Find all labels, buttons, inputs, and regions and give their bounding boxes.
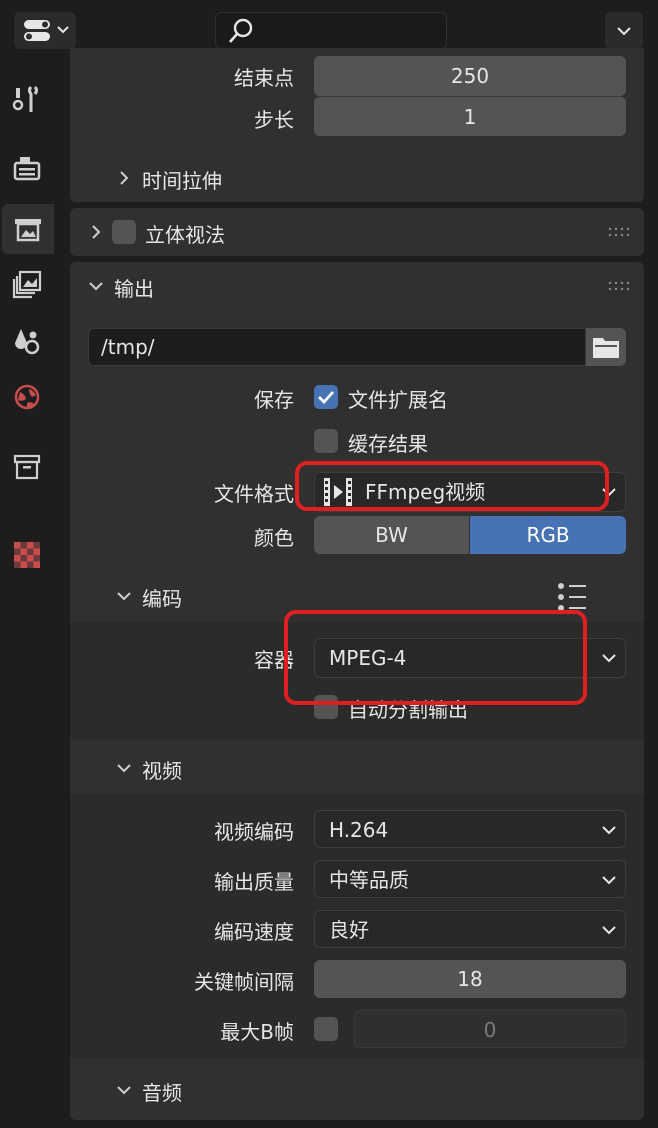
chevron-down-icon bbox=[602, 926, 616, 935]
tab-tool[interactable] bbox=[4, 74, 50, 124]
annotation-highlight bbox=[295, 461, 609, 511]
cache-result-label: 缓存结果 bbox=[348, 432, 428, 456]
checkmark-icon bbox=[318, 391, 335, 405]
chevron-down-icon bbox=[602, 654, 616, 663]
render-icon bbox=[13, 157, 41, 181]
video-codec-dropdown[interactable]: H.264 bbox=[314, 810, 626, 848]
save-label: 保存 bbox=[254, 388, 294, 412]
search-icon bbox=[229, 18, 253, 43]
keyframe-interval-field[interactable]: 18 bbox=[314, 960, 626, 998]
time-stretch-subpanel[interactable]: 时间拉伸 bbox=[142, 165, 222, 194]
frame-end-label: 结束点 bbox=[234, 66, 294, 90]
output-icon bbox=[15, 219, 41, 242]
chevron-right-icon bbox=[120, 171, 129, 185]
audio-subpanel-title[interactable]: 音频 bbox=[142, 1077, 182, 1106]
max-b-frames-checkbox[interactable] bbox=[314, 1017, 338, 1041]
file-format-label: 文件格式 bbox=[214, 482, 294, 506]
chevron-down-icon bbox=[117, 1086, 131, 1095]
tool-icon bbox=[12, 85, 38, 112]
drag-handle-icon[interactable] bbox=[608, 281, 630, 291]
browse-folder-button[interactable] bbox=[586, 328, 626, 366]
video-subpanel-title[interactable]: 视频 bbox=[142, 755, 182, 784]
file-extensions-label: 文件扩展名 bbox=[348, 388, 448, 412]
chevron-down-icon bbox=[617, 27, 631, 36]
video-codec-label: 视频编码 bbox=[214, 820, 294, 844]
chevron-down-icon bbox=[89, 282, 103, 291]
chevron-down-icon bbox=[117, 764, 131, 773]
encoding-speed-dropdown[interactable]: 良好 bbox=[314, 910, 626, 948]
encoding-speed-value: 良好 bbox=[329, 918, 369, 942]
annotation-highlight bbox=[284, 610, 587, 705]
texture-icon bbox=[14, 542, 40, 568]
view-layer-icon bbox=[12, 270, 42, 299]
tab-render[interactable] bbox=[4, 144, 50, 194]
output-path-input[interactable]: /tmp/ bbox=[88, 328, 586, 366]
output-quality-dropdown[interactable]: 中等品质 bbox=[314, 860, 626, 898]
frame-step-field[interactable]: 1 bbox=[314, 96, 626, 136]
file-extensions-checkbox[interactable] bbox=[314, 385, 338, 409]
search-input[interactable] bbox=[215, 12, 447, 49]
folder-icon bbox=[593, 338, 619, 358]
container-label: 容器 bbox=[254, 648, 294, 672]
max-b-frames-field[interactable]: 0 bbox=[354, 1010, 626, 1048]
tab-world[interactable] bbox=[4, 372, 50, 422]
keyframe-interval-label: 关键帧间隔 bbox=[194, 970, 294, 994]
scene-icon bbox=[15, 329, 40, 355]
frame-step-label: 步长 bbox=[254, 108, 294, 132]
stereoscopy-title: 立体视法 bbox=[145, 223, 225, 247]
chevron-down-icon bbox=[602, 876, 616, 885]
video-codec-value: H.264 bbox=[329, 818, 389, 842]
stereoscopy-checkbox[interactable] bbox=[112, 220, 136, 244]
chevron-down-icon bbox=[117, 592, 131, 601]
max-b-frames-label: 最大B帧 bbox=[220, 1020, 294, 1044]
editor-type-icon bbox=[24, 20, 69, 41]
options-button[interactable] bbox=[605, 12, 643, 49]
color-rgb-button[interactable]: RGB bbox=[470, 516, 626, 554]
tab-texture[interactable] bbox=[4, 530, 50, 580]
chevron-right-icon bbox=[92, 225, 101, 239]
color-bw-button[interactable]: BW bbox=[314, 516, 469, 554]
presets-list-icon[interactable] bbox=[556, 582, 588, 612]
tab-collection[interactable] bbox=[4, 442, 50, 492]
tab-view-layer[interactable] bbox=[4, 260, 50, 310]
collection-icon bbox=[13, 454, 41, 480]
output-panel-title[interactable]: 输出 bbox=[114, 273, 154, 302]
properties-tab-bar bbox=[0, 58, 54, 1128]
encoding-speed-label: 编码速度 bbox=[214, 920, 294, 944]
output-quality-label: 输出质量 bbox=[214, 870, 294, 894]
tab-scene[interactable] bbox=[4, 316, 50, 366]
color-label: 颜色 bbox=[254, 526, 294, 550]
editor-type-button[interactable] bbox=[14, 12, 76, 49]
cache-result-checkbox[interactable] bbox=[314, 429, 338, 453]
encoding-subpanel-title[interactable]: 编码 bbox=[142, 583, 182, 612]
output-quality-value: 中等品质 bbox=[329, 868, 409, 892]
drag-handle-icon[interactable] bbox=[608, 227, 630, 237]
chevron-down-icon bbox=[602, 826, 616, 835]
world-icon bbox=[14, 384, 40, 410]
frame-end-field[interactable]: 250 bbox=[314, 56, 626, 96]
tab-output[interactable] bbox=[2, 204, 54, 254]
